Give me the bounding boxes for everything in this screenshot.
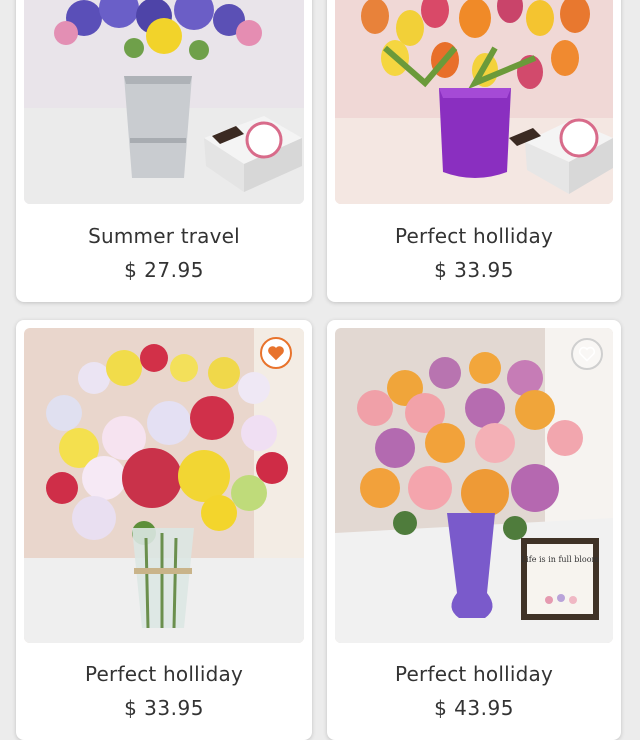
- heart-filled-icon: [268, 346, 284, 361]
- product-card-perfect-holliday-2[interactable]: Perfect holliday $ 33.95: [16, 320, 312, 740]
- product-price: $ 43.95: [434, 696, 514, 720]
- product-photo: [335, 0, 613, 204]
- product-name: Summer travel: [88, 224, 240, 248]
- product-card-summer-travel[interactable]: Summer travel $ 27.95: [16, 0, 312, 302]
- product-photo: [24, 0, 304, 204]
- product-card-perfect-holliday-1[interactable]: Perfect holliday $ 33.95: [327, 0, 621, 302]
- product-price: $ 27.95: [124, 258, 204, 282]
- product-card-perfect-holliday-3[interactable]: Life is in full bloom Perfect holliday $…: [327, 320, 621, 740]
- product-price: $ 33.95: [434, 258, 514, 282]
- sign-line-1: Life is in full bloom: [521, 555, 600, 564]
- favorite-button[interactable]: [571, 338, 603, 370]
- favorite-button[interactable]: [260, 337, 292, 369]
- product-price: $ 33.95: [124, 696, 204, 720]
- product-name: Perfect holliday: [85, 662, 243, 686]
- product-name: Perfect holliday: [395, 224, 553, 248]
- product-name: Perfect holliday: [395, 662, 553, 686]
- heart-outline-icon: [578, 346, 596, 362]
- product-photo: [24, 328, 304, 643]
- product-photo: Life is in full bloom: [335, 328, 613, 643]
